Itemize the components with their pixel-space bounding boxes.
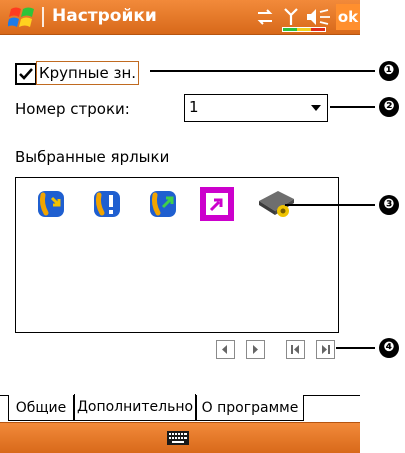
scroll-last-button[interactable] [316, 340, 335, 359]
title-bar: Настройки ok [0, 0, 360, 35]
arrow-left-icon [222, 345, 227, 354]
callout-line-1 [150, 70, 375, 72]
connectivity-icon[interactable] [256, 9, 274, 25]
battery-icon [282, 27, 326, 32]
windows-start-icon[interactable] [8, 3, 36, 31]
callout-marker-3: ❸ [379, 195, 399, 215]
shortcut-selected-icon[interactable] [200, 187, 234, 221]
row-number-label: Номер строки: [15, 100, 130, 118]
ok-button[interactable]: ok [336, 4, 360, 30]
keyboard-icon[interactable] [167, 431, 189, 445]
callout-marker-2: ❷ [379, 97, 399, 117]
favorites-list[interactable] [15, 177, 339, 333]
skip-last-icon [322, 345, 330, 354]
callout-line-3 [285, 204, 375, 206]
callout-line-2 [330, 106, 375, 108]
title-separator [42, 7, 44, 27]
row-number-dropdown[interactable]: 1 [184, 94, 328, 122]
chevron-down-icon [311, 105, 321, 111]
tab-advanced[interactable]: Дополнительно [74, 394, 196, 421]
tab-about[interactable]: О программе [196, 395, 304, 421]
favorites-label: Выбранные ярлыки [15, 148, 170, 166]
large-icons-checkbox[interactable] [15, 63, 37, 85]
checkmark-icon [19, 68, 33, 80]
callout-marker-4: ❹ [379, 338, 399, 358]
phone-outgoing-icon[interactable] [146, 187, 180, 221]
scroll-first-button[interactable] [286, 340, 305, 359]
scroll-right-button[interactable] [246, 340, 265, 359]
row-number-value: 1 [189, 98, 199, 116]
phone-missed-call-icon[interactable] [34, 187, 68, 221]
large-icons-label[interactable]: Крупные зн. [36, 61, 140, 85]
arrow-right-icon [253, 345, 258, 354]
signal-icon[interactable] [284, 8, 298, 26]
scroll-left-button[interactable] [216, 340, 235, 359]
callout-line-4 [336, 347, 375, 349]
page-title: Настройки [52, 6, 157, 26]
callout-marker-1: ❶ [379, 61, 399, 81]
phone-alert-icon[interactable] [90, 187, 124, 221]
bottom-menu-bar [0, 422, 360, 453]
volume-icon[interactable] [306, 8, 332, 26]
tab-general[interactable]: Общие [8, 395, 74, 421]
skip-first-icon [291, 345, 299, 354]
